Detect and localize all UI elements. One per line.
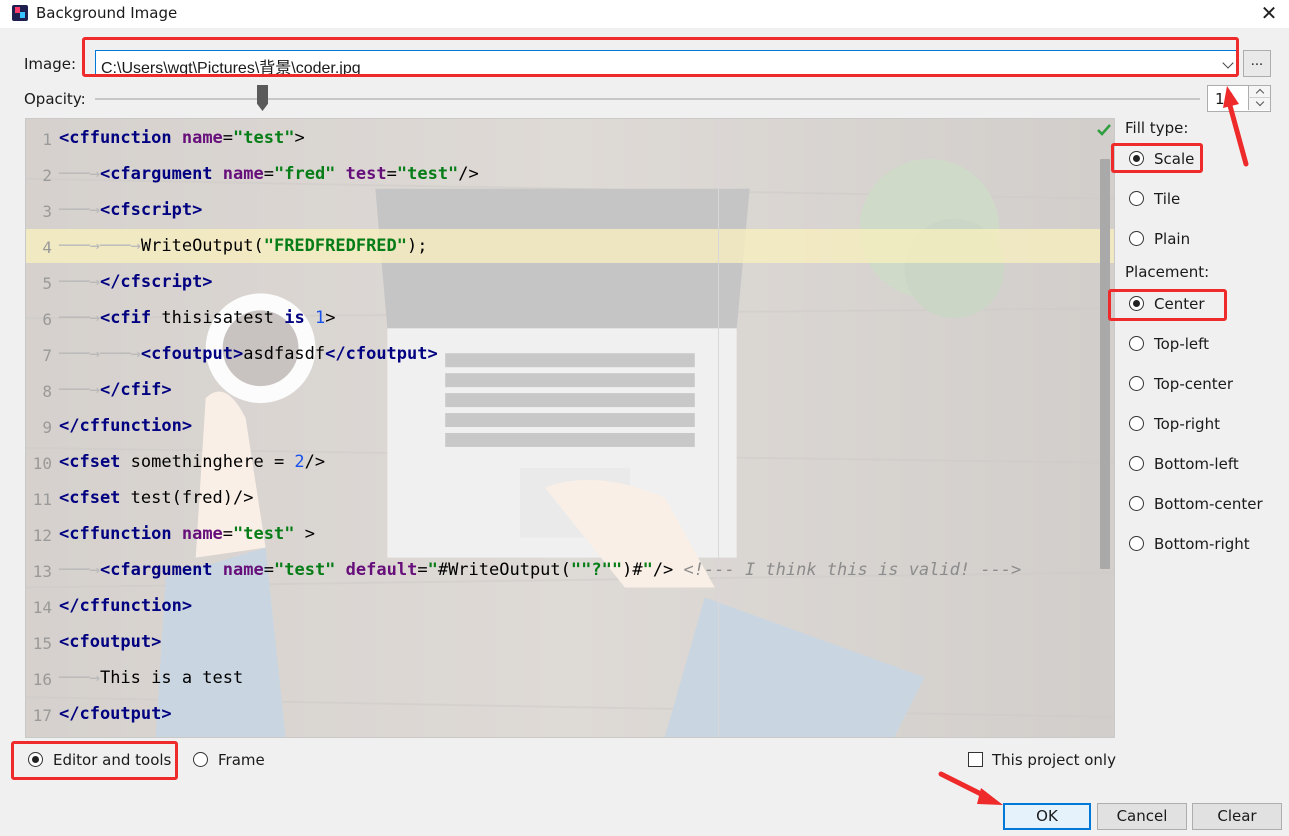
line-number: 8 (42, 382, 52, 401)
line-number: 7 (42, 346, 52, 365)
line-number: 5 (42, 274, 52, 293)
code-line: ───→───→WriteOutput("FREDFREDFRED"); (59, 236, 428, 256)
line-number: 10 (32, 454, 52, 473)
code-line: ───→<cfif thisisatest is 1> (59, 308, 336, 328)
code-line: ───→</cfscript> (59, 272, 213, 292)
window-title: Background Image (36, 4, 178, 22)
title-bar: Background Image ✕ (0, 0, 1289, 28)
line-number: 3 (42, 202, 52, 221)
line-number: 6 (42, 310, 52, 329)
fill-plain-label[interactable]: Plain (1154, 230, 1190, 248)
checkmark-icon (1097, 124, 1111, 136)
radio-placement-bottom-left[interactable] (1129, 456, 1144, 471)
placement-top-right-label[interactable]: Top-right (1154, 415, 1220, 433)
code-line: </cffunction> (59, 416, 193, 436)
placement-label: Placement: (1125, 263, 1210, 281)
image-label: Image: (24, 55, 77, 73)
annotation-box-center (1108, 289, 1227, 321)
line-number: 16 (32, 670, 52, 689)
line-number: 11 (32, 490, 52, 509)
placement-top-center-label[interactable]: Top-center (1154, 375, 1233, 393)
radio-fill-tile[interactable] (1129, 191, 1144, 206)
cancel-button[interactable]: Cancel (1097, 803, 1187, 830)
code-line: ───→<cfargument name="test" default="#Wr… (59, 560, 1022, 580)
ok-button[interactable]: OK (1003, 803, 1091, 830)
code-line: <cfset test(fred)/> (59, 488, 254, 508)
intellij-app-icon (12, 5, 28, 21)
line-number: 1 (42, 130, 52, 149)
line-number: 17 (32, 706, 52, 725)
code-line: <cfoutput> (59, 632, 162, 652)
placement-top-left-label[interactable]: Top-left (1154, 335, 1209, 353)
radio-frame[interactable] (193, 752, 208, 767)
code-line: ───→<cfscript> (59, 200, 203, 220)
annotation-box-scale (1111, 143, 1203, 173)
vertical-scrollbar[interactable] (1100, 159, 1110, 569)
line-number: 15 (32, 634, 52, 653)
annotation-arrow-ok (938, 771, 1003, 805)
editor-preview: 1 2 3 4 5 6 7 8 9 10 11 12 13 14 15 16 1… (25, 118, 1115, 738)
opacity-label: Opacity: (24, 90, 86, 108)
close-icon[interactable]: ✕ (1257, 2, 1281, 26)
radio-fill-plain[interactable] (1129, 231, 1144, 246)
annotation-box-editor-and-tools (11, 741, 178, 780)
code-line: ───→<cfargument name="fred" test="test"/… (59, 164, 479, 184)
code-line: ───→───→<cfoutput>asdfasdf</cfoutput> (59, 344, 438, 364)
frame-label[interactable]: Frame (218, 751, 265, 769)
code-line: <cffunction name="test" > (59, 524, 315, 544)
browse-button[interactable]: ... (1243, 50, 1271, 77)
opacity-slider-thumb[interactable] (257, 85, 268, 111)
line-number: 4 (42, 238, 52, 257)
code-line: </cfoutput> (59, 704, 172, 724)
fill-type-label: Fill type: (1125, 119, 1189, 137)
clear-button[interactable]: Clear (1192, 803, 1282, 830)
code-line: ───→</cfif> (59, 380, 172, 400)
radio-placement-top-right[interactable] (1129, 416, 1144, 431)
code-line: ───→This is a test (59, 668, 244, 688)
annotation-box-image (82, 37, 1239, 77)
radio-placement-bottom-right[interactable] (1129, 536, 1144, 551)
annotation-arrow-opacity (1223, 86, 1249, 167)
code-line: <cffunction name="test"> (59, 128, 305, 148)
fill-tile-label[interactable]: Tile (1154, 190, 1180, 208)
placement-bottom-center-label[interactable]: Bottom-center (1154, 495, 1263, 513)
line-number: 12 (32, 526, 52, 545)
line-number: 9 (42, 418, 52, 437)
line-number: 14 (32, 598, 52, 617)
line-number: 2 (42, 166, 52, 185)
line-number: 13 (32, 562, 52, 581)
code-line: </cffunction> (59, 596, 193, 616)
radio-placement-bottom-center[interactable] (1129, 496, 1144, 511)
placement-bottom-left-label[interactable]: Bottom-left (1154, 455, 1239, 473)
radio-placement-top-left[interactable] (1129, 336, 1144, 351)
radio-placement-top-center[interactable] (1129, 376, 1144, 391)
placement-bottom-right-label[interactable]: Bottom-right (1154, 535, 1250, 553)
this-project-only-label[interactable]: This project only (992, 751, 1116, 769)
right-margin-guide (718, 119, 719, 737)
code-line: <cfset somethinghere = 2/> (59, 452, 326, 472)
line-number-gutter: 1 2 3 4 5 6 7 8 9 10 11 12 13 14 15 16 1… (26, 119, 56, 737)
this-project-only-checkbox[interactable] (968, 752, 983, 767)
